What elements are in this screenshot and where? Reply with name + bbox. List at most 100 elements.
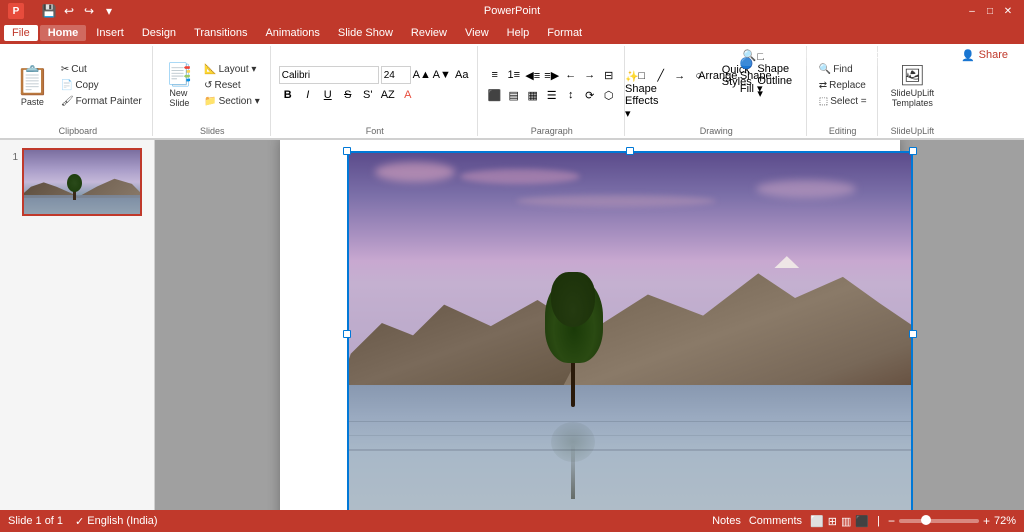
font-size-input[interactable] (381, 66, 411, 84)
handle-top-center[interactable] (626, 147, 634, 155)
view-normal-icon[interactable]: ⬜ (810, 515, 824, 528)
ltr-button[interactable]: → (581, 66, 599, 84)
align-center-button[interactable]: ▤ (505, 86, 523, 104)
paste-button[interactable]: 📋 Paste (10, 57, 55, 113)
select-button[interactable]: ⬚Select = (815, 94, 871, 109)
share-button[interactable]: 👤 Share (949, 44, 1020, 66)
increase-indent-button[interactable]: ≡▶ (543, 66, 561, 84)
slide-thumbnail[interactable] (22, 148, 142, 216)
zoom-out-button[interactable]: − (888, 514, 895, 528)
menu-view[interactable]: View (457, 25, 497, 41)
menu-animations[interactable]: Animations (257, 25, 327, 41)
qat-dropdown[interactable]: ▾ (100, 2, 118, 20)
menu-home[interactable]: Home (40, 25, 87, 41)
minimize-button[interactable]: – (964, 3, 980, 19)
paragraph-group: ≡ 1≡ ◀≡ ≡▶ ← → ⊟ ⬛ ▤ ▦ ☰ ↕ ⟳ ⬡ (480, 46, 625, 136)
copy-button[interactable]: 📄Copy (57, 78, 146, 93)
increase-font-button[interactable]: A▲ (413, 66, 431, 84)
convert-smartart-button[interactable]: ⬡ (600, 86, 618, 104)
paste-icon: 📋 (15, 64, 50, 97)
text-shadow-button[interactable]: S' (359, 86, 377, 104)
slide-canvas (280, 140, 900, 528)
new-slide-button[interactable]: 📑 NewSlide (161, 57, 198, 113)
undo-button[interactable]: ↩ (60, 2, 78, 20)
clipboard-group: 📋 Paste ✂Cut 📄Copy 🖌Format Painter Clipb… (4, 46, 153, 136)
zoom-in-button[interactable]: + (983, 514, 990, 528)
view-presenter-icon[interactable]: ⬛ (855, 515, 869, 528)
font-color-button[interactable]: A (399, 86, 417, 104)
close-button[interactable]: ✕ (1000, 3, 1016, 19)
view-reading-icon[interactable]: ▥ (841, 515, 851, 528)
share-icon: 👤 (961, 49, 975, 62)
change-case-button[interactable]: Aa (453, 66, 471, 84)
menu-insert[interactable]: Insert (88, 25, 132, 41)
rtl-button[interactable]: ← (562, 66, 580, 84)
section-button[interactable]: 📁Section ▾ (200, 94, 264, 109)
font-label: Font (279, 124, 471, 136)
shape-arrow[interactable]: → (671, 67, 689, 85)
workspace: 1 (0, 140, 1024, 528)
zoom-slider[interactable] (899, 519, 979, 523)
search-icon: 🔍 (743, 49, 757, 62)
view-slide-sorter-icon[interactable]: ⊞ (828, 515, 837, 528)
title-text: PowerPoint (484, 5, 540, 17)
slideuplift-icon: 🖼 (900, 63, 925, 88)
bullets-button[interactable]: ≡ (486, 66, 504, 84)
maximize-button[interactable]: □ (982, 3, 998, 19)
menu-bar: File Home Insert Design Transitions Anim… (0, 22, 1024, 44)
columns-button[interactable]: ⊟ (600, 66, 618, 84)
reset-button[interactable]: ↺Reset (200, 78, 264, 93)
menu-review[interactable]: Review (403, 25, 455, 41)
slide-count: Slide 1 of 1 (8, 515, 63, 527)
shape-outline-button[interactable]: □ Shape Outline ▾ (766, 67, 784, 85)
bold-button[interactable]: B (279, 86, 297, 104)
char-spacing-button[interactable]: AZ (379, 86, 397, 104)
replace-button[interactable]: ⇄Replace (815, 78, 871, 93)
align-left-button[interactable]: ⬛ (486, 86, 504, 104)
paragraph-label: Paragraph (486, 124, 618, 136)
handle-middle-left[interactable] (343, 330, 351, 338)
shape-effects-button[interactable]: ✨ Shape Effects ▾ (633, 86, 651, 104)
slide-thumbnail-container: 1 (4, 148, 150, 216)
handle-top-right[interactable] (909, 147, 917, 155)
justify-button[interactable]: ☰ (543, 86, 561, 104)
handle-middle-right[interactable] (909, 330, 917, 338)
format-painter-button[interactable]: 🖌Format Painter (57, 94, 146, 109)
window-controls: – □ ✕ (964, 3, 1016, 19)
underline-button[interactable]: U (319, 86, 337, 104)
numbering-button[interactable]: 1≡ (505, 66, 523, 84)
cut-button[interactable]: ✂Cut (57, 62, 146, 77)
format-painter-icon: 🖌 (61, 96, 74, 107)
save-button[interactable]: 💾 (40, 2, 58, 20)
line-spacing-button[interactable]: ↕ (562, 86, 580, 104)
slide-panel: 1 (0, 140, 155, 528)
slide-image[interactable] (345, 149, 915, 519)
italic-button[interactable]: I (299, 86, 317, 104)
main-canvas[interactable] (155, 140, 1024, 528)
menu-design[interactable]: Design (134, 25, 184, 41)
zoom-level[interactable]: 72% (994, 515, 1016, 527)
handle-top-left[interactable] (343, 147, 351, 155)
decrease-font-button[interactable]: A▼ (433, 66, 451, 84)
text-direction-button[interactable]: ⟳ (581, 86, 599, 104)
select-icon: ⬚ (819, 96, 828, 107)
menu-help[interactable]: Help (499, 25, 538, 41)
comments-button[interactable]: Comments (749, 515, 802, 527)
slideuplift-label: SlideUpLift (886, 124, 940, 136)
menu-format[interactable]: Format (539, 25, 590, 41)
decrease-indent-button[interactable]: ◀≡ (524, 66, 542, 84)
notes-button[interactable]: Notes (712, 515, 741, 527)
layout-button[interactable]: 📐Layout ▾ (200, 62, 264, 77)
language-indicator[interactable]: ✓ English (India) (75, 515, 158, 528)
strikethrough-button[interactable]: S (339, 86, 357, 104)
menu-transitions[interactable]: Transitions (186, 25, 255, 41)
align-right-button[interactable]: ▦ (524, 86, 542, 104)
redo-button[interactable]: ↪ (80, 2, 98, 20)
menu-file[interactable]: File (4, 25, 38, 41)
font-name-input[interactable] (279, 66, 379, 84)
menu-slideshow[interactable]: Slide Show (330, 25, 401, 41)
tell-me-bar[interactable]: 🔍 Tell me what you want to do (735, 44, 904, 66)
slide-number: 1 (4, 148, 18, 163)
title-bar: P 💾 ↩ ↪ ▾ PowerPoint – □ ✕ (0, 0, 1024, 22)
status-left: Slide 1 of 1 ✓ English (India) (8, 515, 158, 528)
